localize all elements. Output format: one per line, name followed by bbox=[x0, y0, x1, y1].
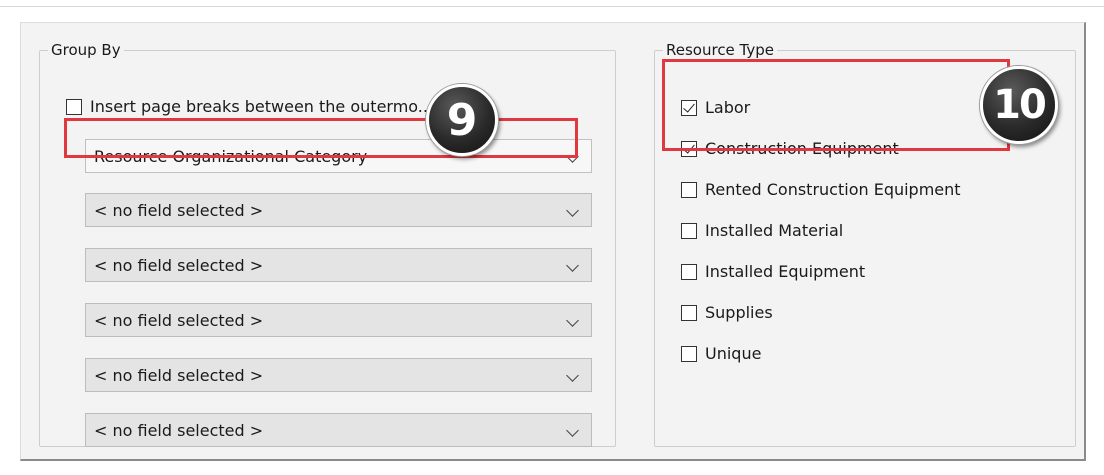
rented-construction-equipment-checkbox[interactable] bbox=[681, 181, 697, 198]
callout-badge-9: 9 bbox=[426, 84, 498, 156]
group-field-6-dropdown[interactable]: < no field selected > bbox=[85, 413, 592, 447]
chevron-down-icon bbox=[566, 314, 579, 327]
group-field-2-value: < no field selected > bbox=[94, 200, 264, 220]
group-by-groupbox: Group By Insert page breaks between the … bbox=[39, 41, 616, 447]
supplies-label: Supplies bbox=[705, 303, 773, 322]
resource-type-option-construction-equipment[interactable]: Construction Equipment bbox=[681, 139, 899, 158]
report-options-panel: Group By Insert page breaks between the … bbox=[20, 22, 1086, 461]
rented-construction-equipment-label: Rented Construction Equipment bbox=[705, 180, 961, 199]
chevron-down-icon bbox=[566, 369, 579, 382]
page-breaks-checkbox[interactable] bbox=[66, 98, 82, 115]
chevron-down-icon bbox=[566, 204, 579, 217]
resource-type-option-unique[interactable]: Unique bbox=[681, 344, 761, 363]
group-field-2-dropdown[interactable]: < no field selected > bbox=[85, 193, 592, 227]
installed-material-checkbox[interactable] bbox=[681, 222, 697, 239]
window-top-edge bbox=[0, 6, 1104, 7]
group-field-3-value: < no field selected > bbox=[94, 255, 264, 275]
resource-type-option-labor[interactable]: Labor bbox=[681, 98, 750, 117]
group-field-5-value: < no field selected > bbox=[94, 365, 264, 385]
group-field-1-value: Resource Organizational Category bbox=[94, 146, 368, 166]
construction-equipment-label: Construction Equipment bbox=[705, 139, 899, 158]
page-breaks-label: Insert page breaks between the outermo..… bbox=[90, 97, 467, 116]
resource-type-option-supplies[interactable]: Supplies bbox=[681, 303, 773, 322]
group-field-6-value: < no field selected > bbox=[94, 420, 264, 440]
labor-checkbox[interactable] bbox=[681, 99, 697, 116]
chevron-down-icon bbox=[566, 424, 579, 437]
group-field-4-dropdown[interactable]: < no field selected > bbox=[85, 303, 592, 337]
installed-material-label: Installed Material bbox=[705, 221, 844, 240]
supplies-checkbox[interactable] bbox=[681, 304, 697, 321]
page-breaks-option[interactable]: Insert page breaks between the outermo..… bbox=[66, 97, 467, 116]
unique-label: Unique bbox=[705, 344, 762, 363]
chevron-down-icon bbox=[566, 259, 579, 272]
group-by-title: Group By bbox=[51, 41, 121, 59]
construction-equipment-checkbox[interactable] bbox=[681, 140, 697, 157]
unique-checkbox[interactable] bbox=[681, 345, 697, 362]
resource-type-option-installed-equipment[interactable]: Installed Equipment bbox=[681, 262, 865, 281]
resource-type-title: Resource Type bbox=[666, 41, 775, 59]
group-field-3-dropdown[interactable]: < no field selected > bbox=[85, 248, 592, 282]
group-field-4-value: < no field selected > bbox=[94, 310, 264, 330]
chevron-down-icon bbox=[566, 150, 579, 163]
labor-label: Labor bbox=[705, 98, 751, 117]
installed-equipment-label: Installed Equipment bbox=[705, 262, 866, 281]
group-field-5-dropdown[interactable]: < no field selected > bbox=[85, 358, 592, 392]
installed-equipment-checkbox[interactable] bbox=[681, 263, 697, 280]
resource-type-option-rented-construction-equipment[interactable]: Rented Construction Equipment bbox=[681, 180, 961, 199]
callout-badge-10: 10 bbox=[980, 66, 1058, 144]
resource-type-option-installed-material[interactable]: Installed Material bbox=[681, 221, 843, 240]
group-field-1-dropdown[interactable]: Resource Organizational Category bbox=[85, 139, 592, 173]
